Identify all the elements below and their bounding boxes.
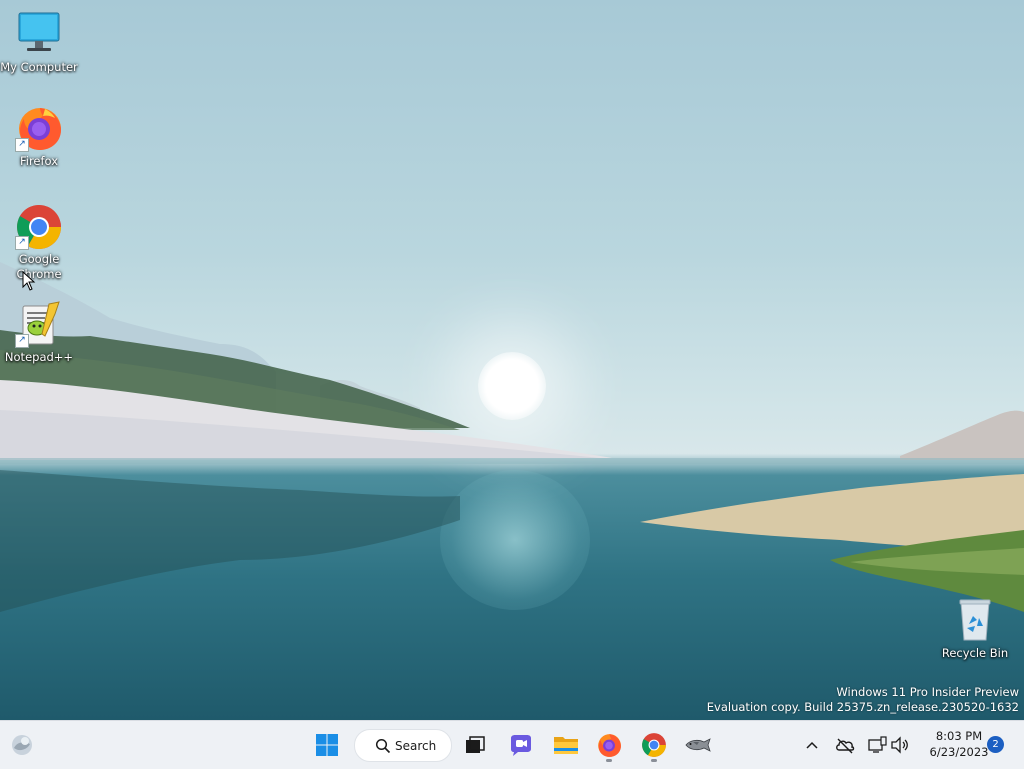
running-indicator (606, 759, 612, 762)
mouse-cursor-icon (22, 271, 36, 291)
network-icon (868, 736, 887, 753)
firefox-icon: ↗ (15, 104, 63, 152)
notepad-plus-plus-icon: ↗ (15, 300, 63, 348)
desktop-icon-google-chrome[interactable]: ↗ Google Chrome (0, 202, 78, 282)
taskbar-firefox-button[interactable] (590, 727, 628, 763)
file-explorer-icon (554, 737, 578, 754)
widgets-button[interactable] (3, 727, 41, 763)
fish-app-icon (685, 738, 711, 752)
running-indicator (651, 759, 657, 762)
desktop-icon-label: Firefox (19, 154, 59, 168)
monitor-icon (15, 10, 63, 58)
search-label: Search (395, 738, 437, 753)
chevron-up-icon (806, 741, 818, 749)
desktop[interactable]: My Computer ↗ Firefox ↗ Google Chrome ↗ … (0, 0, 1024, 720)
watermark-edition: Windows 11 Pro Insider Preview (836, 685, 1019, 699)
taskbar: Search 8:03 PM 6/23/2023 2 (0, 720, 1024, 769)
widgets-icon (12, 735, 32, 755)
taskbar-chrome-button[interactable] (635, 727, 673, 763)
start-icon (316, 734, 338, 756)
chrome-icon (642, 733, 666, 757)
shortcut-arrow-icon: ↗ (15, 138, 29, 152)
taskbar-fish-app-button[interactable] (679, 727, 717, 763)
desktop-icon-recycle-bin[interactable]: Recycle Bin (936, 596, 1014, 661)
desktop-icon-label: Recycle Bin (941, 646, 1009, 660)
wallpaper-scenery (0, 262, 1024, 612)
desktop-icon-label: My Computer (0, 60, 78, 74)
volume-button[interactable] (888, 733, 912, 757)
start-button[interactable] (308, 727, 346, 763)
notification-badge[interactable]: 2 (987, 736, 1004, 753)
chat-button[interactable] (502, 727, 540, 763)
desktop-icon-label: Notepad++ (4, 350, 74, 364)
onedrive-button[interactable] (833, 733, 857, 757)
desktop-icon-notepad-plus-plus[interactable]: ↗ Notepad++ (0, 300, 78, 365)
taskbar-search[interactable]: Search (354, 729, 452, 762)
speaker-icon (891, 736, 908, 754)
task-view-button[interactable] (456, 727, 494, 763)
file-explorer-button[interactable] (547, 727, 585, 763)
network-button[interactable] (865, 733, 889, 757)
chrome-icon: ↗ (15, 202, 63, 250)
windows-watermark: Windows 11 Pro Insider Preview Evaluatio… (707, 685, 1019, 715)
task-view-icon (466, 736, 485, 753)
chat-icon (511, 735, 531, 756)
search-icon (375, 738, 391, 753)
shortcut-arrow-icon: ↗ (15, 334, 29, 348)
recycle-bin-icon (951, 596, 999, 644)
desktop-icon-my-computer[interactable]: My Computer (0, 10, 78, 75)
desktop-icon-label: Google Chrome (16, 252, 62, 281)
onedrive-offline-icon (836, 738, 855, 754)
watermark-build: Evaluation copy. Build 25375.zn_release.… (706, 700, 1019, 714)
show-hidden-icons-button[interactable] (800, 733, 824, 757)
desktop-icon-firefox[interactable]: ↗ Firefox (0, 104, 78, 169)
shortcut-arrow-icon: ↗ (15, 236, 29, 250)
firefox-icon (598, 734, 621, 757)
